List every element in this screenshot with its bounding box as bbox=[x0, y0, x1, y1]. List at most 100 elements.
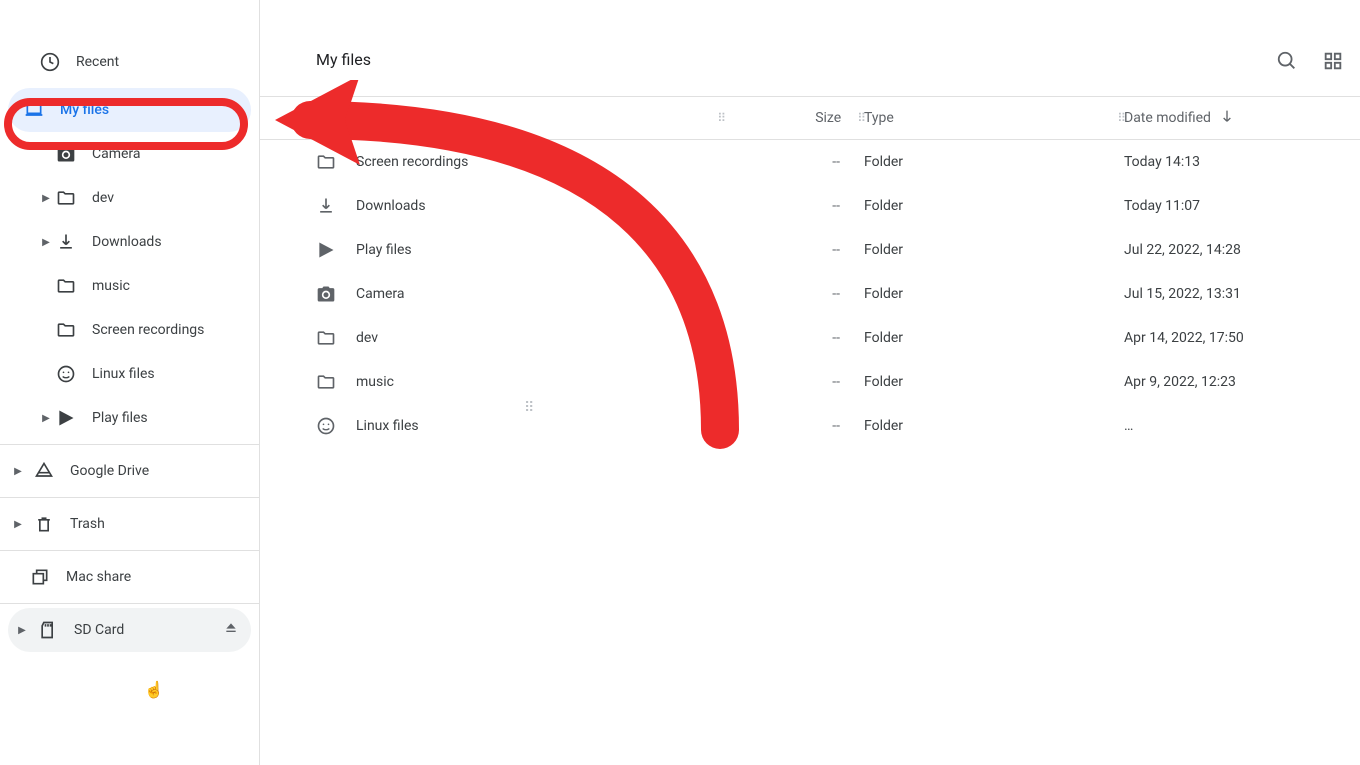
drag-handle-icon[interactable]: ⠿ bbox=[857, 111, 864, 125]
file-size: -- bbox=[724, 418, 864, 434]
expand-icon[interactable]: ▶ bbox=[10, 519, 26, 530]
table-row[interactable]: Linux files --Folder… bbox=[260, 404, 1360, 448]
sidebar-item[interactable]: ▶ Play files bbox=[0, 396, 259, 440]
view-grid-button[interactable] bbox=[1322, 50, 1344, 76]
sidebar-item[interactable]: Screen recordings bbox=[0, 308, 259, 352]
sidebar: Recent My files Camera ▶ dev ▶Downloads musi… bbox=[0, 0, 260, 765]
sidebar-item[interactable]: ▶Downloads bbox=[0, 220, 259, 264]
file-type: Folder bbox=[864, 374, 1124, 390]
sidebar-item[interactable]: music bbox=[0, 264, 259, 308]
file-type: Folder bbox=[864, 198, 1124, 214]
drag-handle-icon[interactable]: ⠿ bbox=[1117, 111, 1124, 125]
table-row[interactable]: music --FolderApr 9, 2022, 12:23 bbox=[260, 360, 1360, 404]
search-button[interactable] bbox=[1276, 50, 1298, 76]
gdrive-icon bbox=[34, 461, 54, 481]
laptop-icon bbox=[24, 100, 44, 120]
sidebar-item-recent[interactable]: Recent bbox=[0, 40, 259, 84]
expand-icon[interactable]: ▶ bbox=[10, 466, 26, 477]
sidebar-item-macshare[interactable]: Mac share bbox=[0, 555, 259, 599]
eject-icon[interactable] bbox=[223, 620, 239, 640]
file-name: dev bbox=[356, 330, 378, 346]
sidebar-item[interactable]: Camera bbox=[0, 132, 259, 176]
linux-icon bbox=[56, 364, 76, 384]
sidebar-item-gdrive[interactable]: ▶ Google Drive bbox=[0, 449, 259, 493]
file-date: Apr 9, 2022, 12:23 bbox=[1124, 374, 1344, 390]
file-size: -- bbox=[724, 330, 864, 346]
expand-icon[interactable]: ▶ bbox=[38, 237, 54, 248]
sidebar-label: SD Card bbox=[74, 622, 223, 638]
file-size: -- bbox=[724, 374, 864, 390]
file-name: Play files bbox=[356, 242, 412, 258]
sidebar-label: music bbox=[92, 278, 251, 294]
sidebar-label: Recent bbox=[76, 54, 251, 70]
file-date: … bbox=[1124, 418, 1344, 434]
file-type: Folder bbox=[864, 418, 1124, 434]
clock-icon bbox=[40, 52, 60, 72]
expand-icon[interactable]: ▶ bbox=[38, 413, 54, 424]
file-name: Downloads bbox=[356, 198, 426, 214]
file-name: music bbox=[356, 374, 394, 390]
folder-icon bbox=[316, 328, 336, 348]
expand-icon[interactable]: ▶ bbox=[14, 625, 30, 636]
folder-icon bbox=[56, 320, 76, 340]
col-type[interactable]: Type ⠿ bbox=[864, 110, 1124, 126]
folder-icon bbox=[316, 372, 336, 392]
sidebar-label: dev bbox=[92, 190, 251, 206]
cursor-pointer-icon: ☝ bbox=[144, 680, 164, 699]
file-size: -- bbox=[724, 198, 864, 214]
toolbar: My files bbox=[260, 0, 1360, 96]
file-name: Linux files bbox=[356, 418, 419, 434]
sidebar-label: Google Drive bbox=[70, 463, 251, 479]
file-type: Folder bbox=[864, 330, 1124, 346]
sidebar-label: Linux files bbox=[92, 366, 251, 382]
sidebar-item[interactable]: Linux files bbox=[0, 352, 259, 396]
share-icon bbox=[30, 567, 50, 587]
table-row[interactable]: Screen recordings--FolderToday 14:13 bbox=[260, 140, 1360, 184]
file-date: Jul 22, 2022, 14:28 bbox=[1124, 242, 1344, 258]
sidebar-label: Play files bbox=[92, 410, 251, 426]
camera-icon bbox=[316, 284, 336, 304]
drag-handle-icon[interactable]: ⠿ bbox=[717, 111, 724, 125]
file-date: Apr 14, 2022, 17:50 bbox=[1124, 330, 1344, 346]
table-row[interactable]: Downloads --FolderToday 11:07 bbox=[260, 184, 1360, 228]
folder-icon bbox=[316, 152, 336, 172]
play-icon bbox=[316, 240, 336, 260]
folder-icon bbox=[56, 188, 76, 208]
sidebar-item-trash[interactable]: ▶ Trash bbox=[0, 502, 259, 546]
file-table: Name ⠿ Size ⠿ Type ⠿ Date modified Scree… bbox=[260, 96, 1360, 448]
table-row[interactable]: dev --FolderApr 14, 2022, 17:50 bbox=[260, 316, 1360, 360]
sort-desc-icon bbox=[1219, 108, 1235, 128]
table-row[interactable]: Play files --FolderJul 22, 2022, 14:28 bbox=[260, 228, 1360, 272]
sidebar-item-sdcard[interactable]: ▶ SD Card bbox=[8, 608, 251, 652]
camera-icon bbox=[56, 144, 76, 164]
sidebar-item-myfiles[interactable]: My files bbox=[8, 88, 251, 132]
trash-icon bbox=[34, 514, 54, 534]
file-size: -- bbox=[724, 242, 864, 258]
sidebar-label: Mac share bbox=[66, 569, 251, 585]
sidebar-label: My files bbox=[60, 102, 243, 118]
file-type: Folder bbox=[864, 286, 1124, 302]
sidebar-item[interactable]: ▶ dev bbox=[0, 176, 259, 220]
col-date[interactable]: Date modified bbox=[1124, 108, 1344, 128]
download-icon bbox=[56, 232, 76, 252]
breadcrumb-title: My files bbox=[316, 50, 371, 69]
main-panel: My files Name ⠿ Size ⠿ Type ⠿ bbox=[260, 0, 1360, 765]
file-date: Jul 15, 2022, 13:31 bbox=[1124, 286, 1344, 302]
file-name: Camera bbox=[356, 286, 405, 302]
file-name: Screen recordings bbox=[356, 154, 468, 170]
col-size[interactable]: Size ⠿ bbox=[724, 110, 864, 126]
file-type: Folder bbox=[864, 242, 1124, 258]
table-row[interactable]: Camera --FolderJul 15, 2022, 13:31 bbox=[260, 272, 1360, 316]
linux-icon bbox=[316, 416, 336, 436]
folder-icon bbox=[56, 276, 76, 296]
col-name[interactable]: Name ⠿ bbox=[316, 110, 724, 126]
play-icon bbox=[56, 408, 76, 428]
download-icon bbox=[316, 196, 336, 216]
file-size: -- bbox=[724, 286, 864, 302]
expand-icon[interactable]: ▶ bbox=[38, 193, 54, 204]
resize-handle-icon[interactable]: ⠿ bbox=[520, 396, 538, 420]
sidebar-label: Camera bbox=[92, 146, 251, 162]
file-date: Today 11:07 bbox=[1124, 198, 1344, 214]
file-size: -- bbox=[724, 154, 864, 170]
file-date: Today 14:13 bbox=[1124, 154, 1344, 170]
